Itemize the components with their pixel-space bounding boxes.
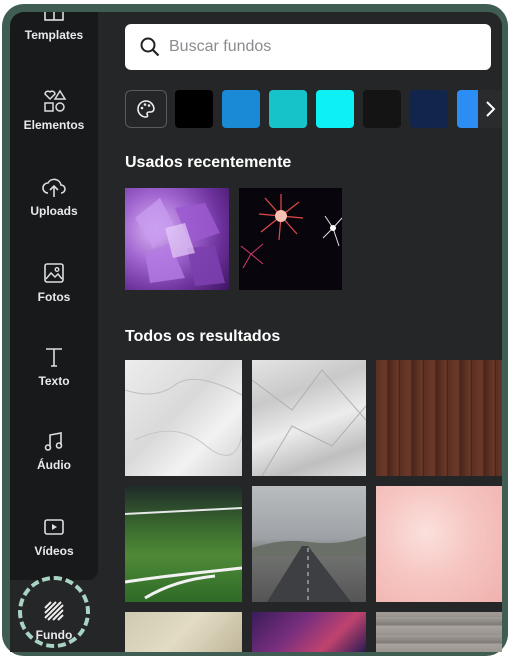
foggy-road-image: [252, 536, 366, 602]
crumpled-paper-image: [252, 369, 366, 476]
background-result-thumb[interactable]: [376, 612, 502, 652]
photo-icon: [44, 263, 64, 283]
all-results-section-title: Todos os resultados: [125, 328, 281, 345]
background-panel: Buscar fundos Usados recentemente Todos …: [98, 12, 502, 652]
color-swatch[interactable]: [222, 90, 260, 128]
cloud-upload-icon: [42, 178, 66, 197]
sidebar-item-label: Fotos: [37, 290, 71, 304]
sidebar-item-texto[interactable]: Texto: [10, 344, 98, 420]
palette-icon: [137, 100, 155, 118]
background-result-thumb[interactable]: [125, 612, 242, 652]
background-result-thumb[interactable]: [252, 612, 366, 652]
fundo-highlight-ring: [18, 576, 90, 648]
text-icon: [46, 348, 62, 367]
color-swatch[interactable]: [410, 90, 448, 128]
search-placeholder: Buscar fundos: [169, 38, 272, 55]
canva-editor-panel: Templates Elementos Uploads Fotos Texto …: [10, 12, 502, 652]
color-palette-button[interactable]: [125, 90, 167, 128]
sidebar-item-label: Uploads: [30, 204, 78, 218]
search-icon: [140, 37, 160, 57]
chevron-right-icon: [486, 101, 496, 117]
background-result-thumb[interactable]: [125, 486, 242, 602]
elements-icon: [44, 89, 67, 112]
sidebar: Templates Elementos Uploads Fotos Texto …: [10, 12, 98, 580]
soccer-field-image: [125, 507, 242, 600]
swatches-next-button[interactable]: [478, 90, 502, 128]
sidebar-item-templates[interactable]: Templates: [10, 12, 98, 86]
sidebar-item-audio[interactable]: Áudio: [10, 428, 98, 504]
video-icon: [44, 519, 64, 535]
color-swatch[interactable]: [316, 90, 354, 128]
amethyst-image: [135, 198, 225, 286]
color-swatch[interactable]: [363, 90, 401, 128]
sidebar-item-elementos[interactable]: Elementos: [10, 88, 98, 164]
sidebar-item-label: Texto: [38, 374, 70, 388]
background-result-thumb[interactable]: [252, 360, 366, 476]
marble-image: [125, 378, 242, 456]
sidebar-item-label: Vídeos: [34, 544, 74, 558]
sidebar-item-label: Elementos: [23, 118, 85, 132]
sidebar-item-label: Áudio: [37, 458, 71, 472]
sidebar-item-fotos[interactable]: Fotos: [10, 260, 98, 336]
fireworks-image: [240, 194, 342, 269]
search-input[interactable]: Buscar fundos: [125, 24, 491, 70]
templates-icon: [44, 12, 64, 21]
recent-background-thumb[interactable]: [125, 188, 229, 290]
music-note-icon: [44, 432, 63, 451]
background-result-thumb[interactable]: [376, 486, 502, 602]
color-swatch[interactable]: [269, 90, 307, 128]
color-swatch[interactable]: [175, 90, 213, 128]
sidebar-item-label: Templates: [24, 28, 84, 42]
background-result-thumb[interactable]: [125, 360, 242, 476]
sidebar-item-uploads[interactable]: Uploads: [10, 174, 98, 250]
recent-section-title: Usados recentemente: [125, 154, 292, 171]
background-result-thumb[interactable]: [376, 360, 502, 476]
recent-background-thumb[interactable]: [239, 188, 342, 290]
background-result-thumb[interactable]: [252, 486, 366, 602]
